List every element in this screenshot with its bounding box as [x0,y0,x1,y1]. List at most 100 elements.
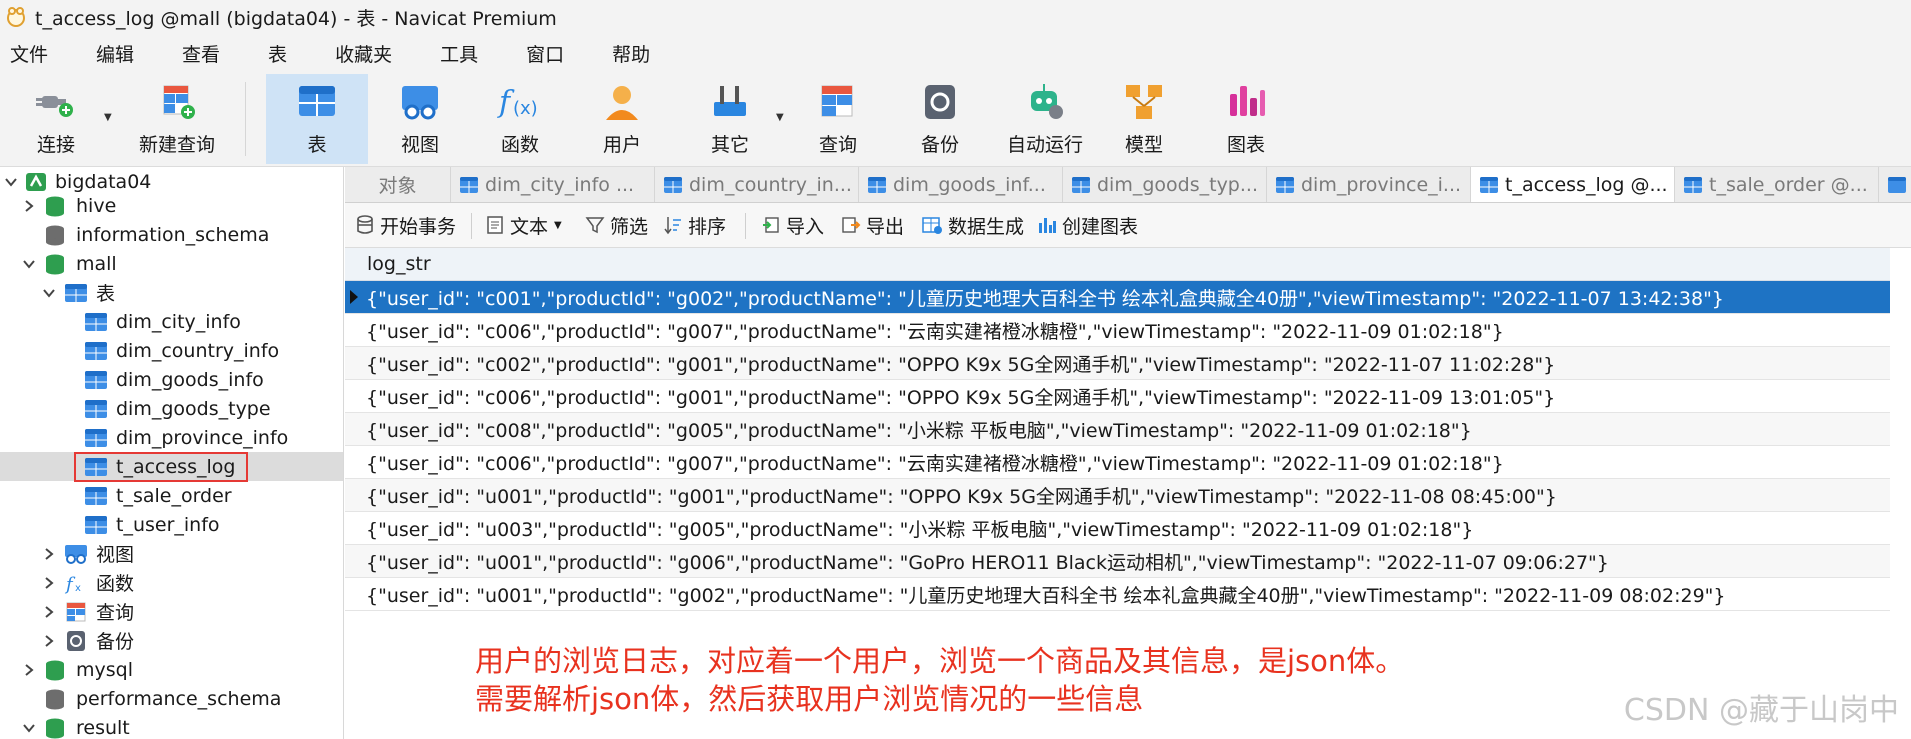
tree-folder-tables[interactable]: 表 [0,278,343,307]
tab-dim-city-info[interactable]: dim_city_info ... [451,167,655,202]
table-row[interactable]: {"user_id": "c002","productId": "g001","… [345,347,1890,380]
tree-folder-functions[interactable]: fx 函数 [0,568,343,597]
data-generation-icon [922,217,942,234]
tree-db-mysql[interactable]: mysql [0,655,343,684]
tree-folder-queries[interactable]: 查询 [0,597,343,626]
tree-table-dim-goods-type[interactable]: dim_goods_type [0,394,343,423]
tab-t-access-log[interactable]: t_access_log @... [1471,167,1675,202]
title-bar: t_access_log @mall (bigdata04) - 表 - Nav… [0,0,1911,34]
filter-button[interactable]: 筛选 [585,203,648,247]
chevron-down-icon[interactable] [4,175,18,189]
data-generation-button[interactable]: 数据生成 [921,203,1024,247]
table-row[interactable]: {"user_id": "c001","productId": "g002","… [345,281,1890,314]
table-cell[interactable]: {"user_id": "c008","productId": "g005","… [366,416,1472,443]
chevron-right-icon[interactable] [42,547,56,561]
auto-run-button[interactable]: 自动运行 [995,74,1095,164]
table-row[interactable]: {"user_id": "u001","productId": "g006","… [345,545,1890,578]
menu-favorites[interactable]: 收藏夹 [335,40,392,67]
menu-edit[interactable]: 编辑 [96,40,134,67]
table-button[interactable]: 表 [266,74,368,164]
table-row[interactable]: {"user_id": "c006","productId": "g001","… [345,380,1890,413]
table-row[interactable]: {"user_id": "u001","productId": "g001","… [345,479,1890,512]
tab-dim-goods-info[interactable]: dim_goods_inf... [859,167,1063,202]
text-dropdown-caret-icon[interactable]: ▼ [554,220,562,231]
table-row[interactable]: {"user_id": "c006","productId": "g007","… [345,314,1890,347]
table-cell[interactable]: {"user_id": "u001","productId": "g006","… [366,548,1609,575]
tree-db-mall[interactable]: mall [0,249,343,278]
backup-button[interactable]: 备份 [900,74,980,164]
import-icon [763,217,779,233]
tree-table-t-user-info[interactable]: t_user_info [0,510,343,539]
table-cell[interactable]: {"user_id": "u001","productId": "g002","… [366,581,1726,608]
table-icon [1276,176,1294,193]
import-button[interactable]: 导入 [761,203,824,247]
other-dropdown-caret-icon[interactable]: ▼ [776,112,784,123]
tab-overflow[interactable] [1879,167,1911,202]
tab-t-sale-order[interactable]: t_sale_order @... [1675,167,1879,202]
model-label: 模型 [1124,134,1163,156]
query-icon [821,85,853,117]
tree-db-performance-schema[interactable]: performance_schema [0,684,343,713]
table-icon [85,428,107,447]
connect-button[interactable]: 连接 [20,74,92,164]
tree-db-information-schema[interactable]: information_schema [0,220,343,249]
robot-icon [1031,84,1063,119]
user-button[interactable]: 用户 [582,74,662,164]
filter-icon [585,217,605,234]
query-button[interactable]: 查询 [798,74,878,164]
text-button[interactable]: 文本 ▼ [485,203,562,247]
table-row[interactable]: {"user_id": "u001","productId": "g002","… [345,578,1890,611]
tab-dim-goods-type[interactable]: dim_goods_typ... [1063,167,1267,202]
table-row[interactable]: {"user_id": "u003","productId": "g005","… [345,512,1890,545]
function-button[interactable]: f (x) 函数 [480,74,560,164]
tree-db-result[interactable]: result [0,713,343,739]
menu-file[interactable]: 文件 [10,40,48,67]
chevron-right-icon[interactable] [22,199,36,213]
chart-button[interactable]: 图表 [1206,74,1286,164]
menu-tools[interactable]: 工具 [440,40,478,67]
menu-window[interactable]: 窗口 [526,40,564,67]
table-cell[interactable]: {"user_id": "c006","productId": "g007","… [366,449,1504,476]
table-cell[interactable]: {"user_id": "u001","productId": "g001","… [366,482,1557,509]
table-row[interactable]: {"user_id": "c008","productId": "g005","… [345,413,1890,446]
tree-folder-views[interactable]: 视图 [0,539,343,568]
chevron-down-icon[interactable] [22,721,36,735]
chevron-right-icon[interactable] [42,576,56,590]
chevron-right-icon[interactable] [22,663,36,677]
table-row[interactable]: {"user_id": "c006","productId": "g007","… [345,446,1890,479]
view-button[interactable]: 视图 [380,74,460,164]
table-cell[interactable]: {"user_id": "c006","productId": "g001","… [366,383,1555,410]
table-cell[interactable]: {"user_id": "c002","productId": "g001","… [366,350,1555,377]
tree-table-dim-goods-info[interactable]: dim_goods_info [0,365,343,394]
transaction-icon [357,215,373,234]
tree-table-t-sale-order[interactable]: t_sale_order [0,481,343,510]
chevron-down-icon[interactable] [42,286,56,300]
begin-transaction-button[interactable]: 开始事务 [355,203,456,247]
table-cell[interactable]: {"user_id": "u003","productId": "g005","… [366,515,1473,542]
tab-objects[interactable]: 对象 [345,167,451,202]
column-header-log-str[interactable]: log_str [367,253,431,275]
tree-table-dim-city-info[interactable]: dim_city_info [0,307,343,336]
create-chart-button[interactable]: 创建图表 [1037,203,1138,247]
new-query-button[interactable]: 新建查询 [122,74,232,164]
menu-table[interactable]: 表 [268,40,287,67]
tab-dim-country-info[interactable]: dim_country_in... [655,167,859,202]
tree-table-dim-province-info[interactable]: dim_province_info [0,423,343,452]
menu-view[interactable]: 查看 [182,40,220,67]
connection-tree: bigdata04 hive information_schema mall 表… [0,167,344,739]
chevron-down-icon[interactable] [22,257,36,271]
chevron-right-icon[interactable] [42,634,56,648]
table-cell[interactable]: {"user_id": "c006","productId": "g007","… [366,317,1504,344]
other-button[interactable]: 其它 [690,74,770,164]
chevron-right-icon[interactable] [42,605,56,619]
tree-table-dim-country-info[interactable]: dim_country_info [0,336,343,365]
model-button[interactable]: 模型 [1104,74,1184,164]
menu-help[interactable]: 帮助 [612,40,650,67]
connect-dropdown-caret-icon[interactable]: ▼ [104,112,112,123]
table-cell[interactable]: {"user_id": "c001","productId": "g002","… [366,284,1724,311]
export-button[interactable]: 导出 [841,203,904,247]
tree-folder-backups[interactable]: 备份 [0,626,343,655]
tree-db-hive[interactable]: hive [0,191,343,220]
sort-button[interactable]: 排序 [663,203,726,247]
tab-dim-province-info[interactable]: dim_province_i... [1267,167,1471,202]
